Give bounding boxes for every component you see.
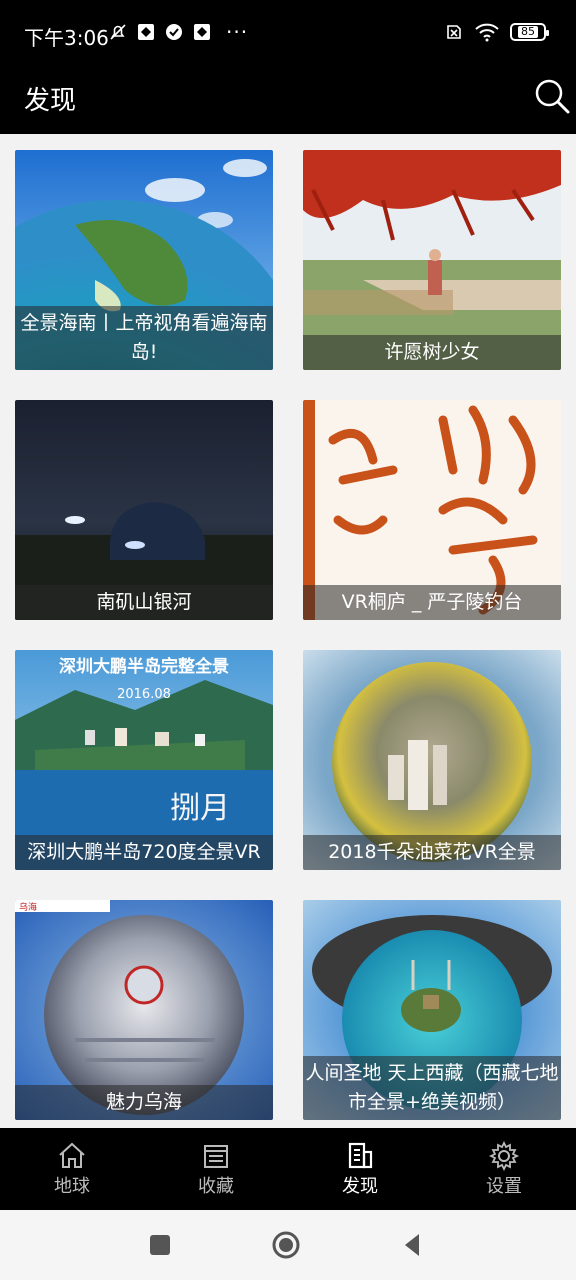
card-caption: 2018千朵油菜花VR全景 xyxy=(303,835,561,870)
banner-text: 深圳大鹏半岛完整全景 xyxy=(59,656,229,677)
search-icon[interactable] xyxy=(532,76,572,116)
app-notification-icon xyxy=(138,24,154,40)
favorites-list-icon xyxy=(204,1145,228,1168)
banner-text: 乌海 xyxy=(19,901,37,913)
banner-date: 2016.08 xyxy=(117,687,171,702)
nav-tab-favorites[interactable]: 收藏 xyxy=(144,1128,288,1210)
nav-tab-settings[interactable]: 设置 xyxy=(432,1128,576,1210)
card-caption: 许愿树少女 xyxy=(303,335,561,370)
bottom-navigation: 地球 收藏 发现 设置 xyxy=(0,1128,576,1210)
nav-tab-discover[interactable]: 发现 xyxy=(288,1128,432,1210)
status-bar: 下午3:06 ··· 85 xyxy=(0,0,576,68)
nav-label: 地球 xyxy=(54,1176,90,1197)
card-caption: 南矶山银河 xyxy=(15,585,273,620)
card-caption: VR桐庐 _ 严子陵钓台 xyxy=(303,585,561,620)
mute-bell-icon xyxy=(110,24,126,40)
no-sim-icon xyxy=(447,25,461,39)
vr-card-tibet[interactable]: 人间圣地 天上西藏（西藏七地市全景+绝美视频） xyxy=(303,900,561,1120)
recent-apps-icon[interactable] xyxy=(145,1230,175,1260)
more-notifications-icon: ··· xyxy=(226,20,249,44)
card-caption: 魅力乌海 xyxy=(15,1085,273,1120)
status-system-icons: 85 xyxy=(444,22,549,42)
check-circle-icon xyxy=(166,24,182,40)
nav-label: 发现 xyxy=(342,1176,378,1197)
vr-card-wishing-tree[interactable]: 许愿树少女 xyxy=(303,150,561,370)
vr-card-tonglu[interactable]: VR桐庐 _ 严子陵钓台 xyxy=(303,400,561,620)
battery-level: 85 xyxy=(518,26,538,38)
vr-card-wuhai[interactable]: 乌海 魅力乌海 xyxy=(15,900,273,1120)
system-navigation-bar xyxy=(0,1210,576,1280)
wifi-icon xyxy=(475,23,499,42)
card-caption: 全景海南丨上帝视角看遍海南岛! xyxy=(15,306,273,370)
app-header: 发现 xyxy=(0,68,576,134)
vr-card-nanjishan[interactable]: 南矶山银河 xyxy=(15,400,273,620)
discover-grid: 全景海南丨上帝视角看遍海南岛! 许愿树少女 南矶山银河 VR桐庐 _ 严子陵钓台… xyxy=(0,134,576,1128)
card-caption: 深圳大鹏半岛720度全景VR xyxy=(15,835,273,870)
page-title: 发现 xyxy=(24,86,77,116)
calligraphy-text: 捌月 xyxy=(170,791,230,826)
battery-icon: 85 xyxy=(510,23,549,41)
status-time: 下午3:06 xyxy=(24,26,109,50)
nav-tab-earth[interactable]: 地球 xyxy=(0,1128,144,1210)
nav-label: 收藏 xyxy=(198,1176,234,1197)
card-caption: 人间圣地 天上西藏（西藏七地市全景+绝美视频） xyxy=(303,1056,561,1120)
back-icon[interactable] xyxy=(397,1230,427,1260)
app-notification-icon xyxy=(194,24,210,40)
home-circle-icon[interactable] xyxy=(271,1230,301,1260)
discover-building-icon xyxy=(348,1142,373,1169)
gear-icon xyxy=(488,1140,520,1172)
home-icon xyxy=(59,1142,85,1168)
vr-card-shenzhen[interactable]: 深圳大鹏半岛完整全景 2016.08 捌月 深圳大鹏半岛720度全景VR xyxy=(15,650,273,870)
status-notification-icons xyxy=(108,22,212,42)
vr-card-rapeseed[interactable]: 2018千朵油菜花VR全景 xyxy=(303,650,561,870)
nav-label: 设置 xyxy=(486,1176,522,1197)
vr-card-hainan[interactable]: 全景海南丨上帝视角看遍海南岛! xyxy=(15,150,273,370)
